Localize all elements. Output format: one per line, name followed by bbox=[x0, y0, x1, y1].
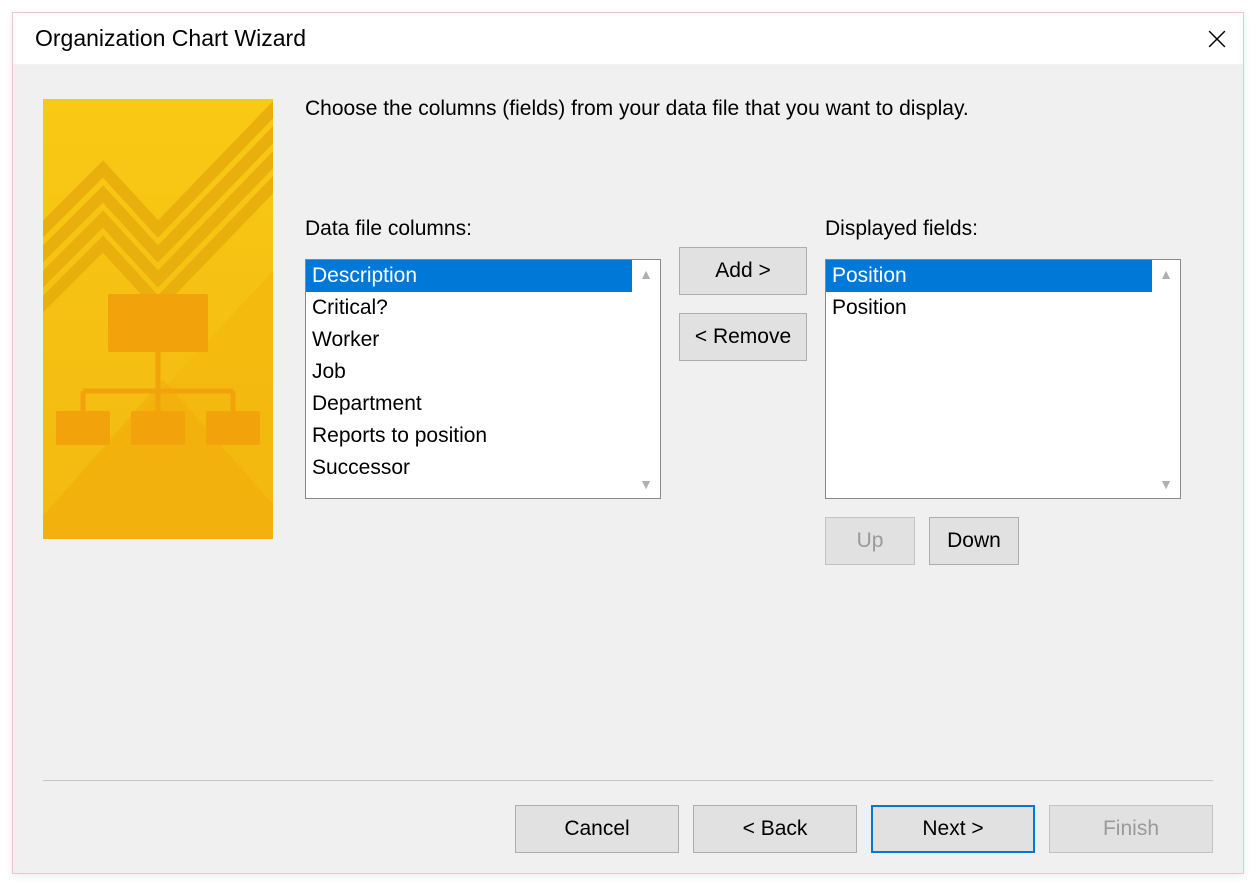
window-title: Organization Chart Wizard bbox=[35, 25, 306, 52]
footer-buttons: Cancel < Back Next > Finish bbox=[43, 780, 1213, 853]
scroll-up-icon[interactable]: ▲ bbox=[1154, 262, 1178, 286]
list-item[interactable]: Department bbox=[306, 388, 632, 420]
list-item[interactable]: Job bbox=[306, 356, 632, 388]
close-button[interactable] bbox=[1191, 13, 1243, 65]
list-item[interactable]: Successor bbox=[306, 452, 632, 484]
wizard-dialog: Organization Chart Wizard bbox=[12, 12, 1244, 874]
list-item[interactable]: Position bbox=[826, 292, 1152, 324]
main-area: Choose the columns (fields) from your da… bbox=[43, 97, 1213, 770]
reorder-buttons: Up Down bbox=[825, 517, 1181, 565]
wizard-illustration bbox=[43, 99, 273, 539]
close-icon bbox=[1208, 30, 1226, 48]
columns-row: Data file columns: DescriptionCritical?W… bbox=[305, 217, 1213, 565]
next-button[interactable]: Next > bbox=[871, 805, 1035, 853]
data-file-columns-label: Data file columns: bbox=[305, 217, 661, 241]
transfer-buttons: Add > < Remove bbox=[679, 247, 807, 361]
finish-button[interactable]: Finish bbox=[1049, 805, 1213, 853]
displayed-fields-section: Displayed fields: PositionPosition ▲ ▼ U… bbox=[825, 217, 1181, 565]
list-item[interactable]: Worker bbox=[306, 324, 632, 356]
add-button[interactable]: Add > bbox=[679, 247, 807, 295]
list-item[interactable]: Critical? bbox=[306, 292, 632, 324]
data-file-columns-section: Data file columns: DescriptionCritical?W… bbox=[305, 217, 661, 499]
titlebar: Organization Chart Wizard bbox=[13, 13, 1243, 65]
dialog-body: Choose the columns (fields) from your da… bbox=[13, 65, 1243, 873]
list-item[interactable]: Position bbox=[826, 260, 1152, 292]
scroll-down-icon[interactable]: ▼ bbox=[1154, 472, 1178, 496]
remove-button[interactable]: < Remove bbox=[679, 313, 807, 361]
scroll-up-icon[interactable]: ▲ bbox=[634, 262, 658, 286]
cancel-button[interactable]: Cancel bbox=[515, 805, 679, 853]
data-file-columns-listbox[interactable]: DescriptionCritical?WorkerJobDepartmentR… bbox=[305, 259, 661, 499]
list-item[interactable]: Reports to position bbox=[306, 420, 632, 452]
content-area: Choose the columns (fields) from your da… bbox=[305, 97, 1213, 770]
up-button[interactable]: Up bbox=[825, 517, 915, 565]
displayed-fields-listbox[interactable]: PositionPosition ▲ ▼ bbox=[825, 259, 1181, 499]
instruction-text: Choose the columns (fields) from your da… bbox=[305, 97, 1213, 121]
scroll-down-icon[interactable]: ▼ bbox=[634, 472, 658, 496]
down-button[interactable]: Down bbox=[929, 517, 1019, 565]
list-item[interactable]: Description bbox=[306, 260, 632, 292]
displayed-fields-label: Displayed fields: bbox=[825, 217, 1181, 241]
back-button[interactable]: < Back bbox=[693, 805, 857, 853]
